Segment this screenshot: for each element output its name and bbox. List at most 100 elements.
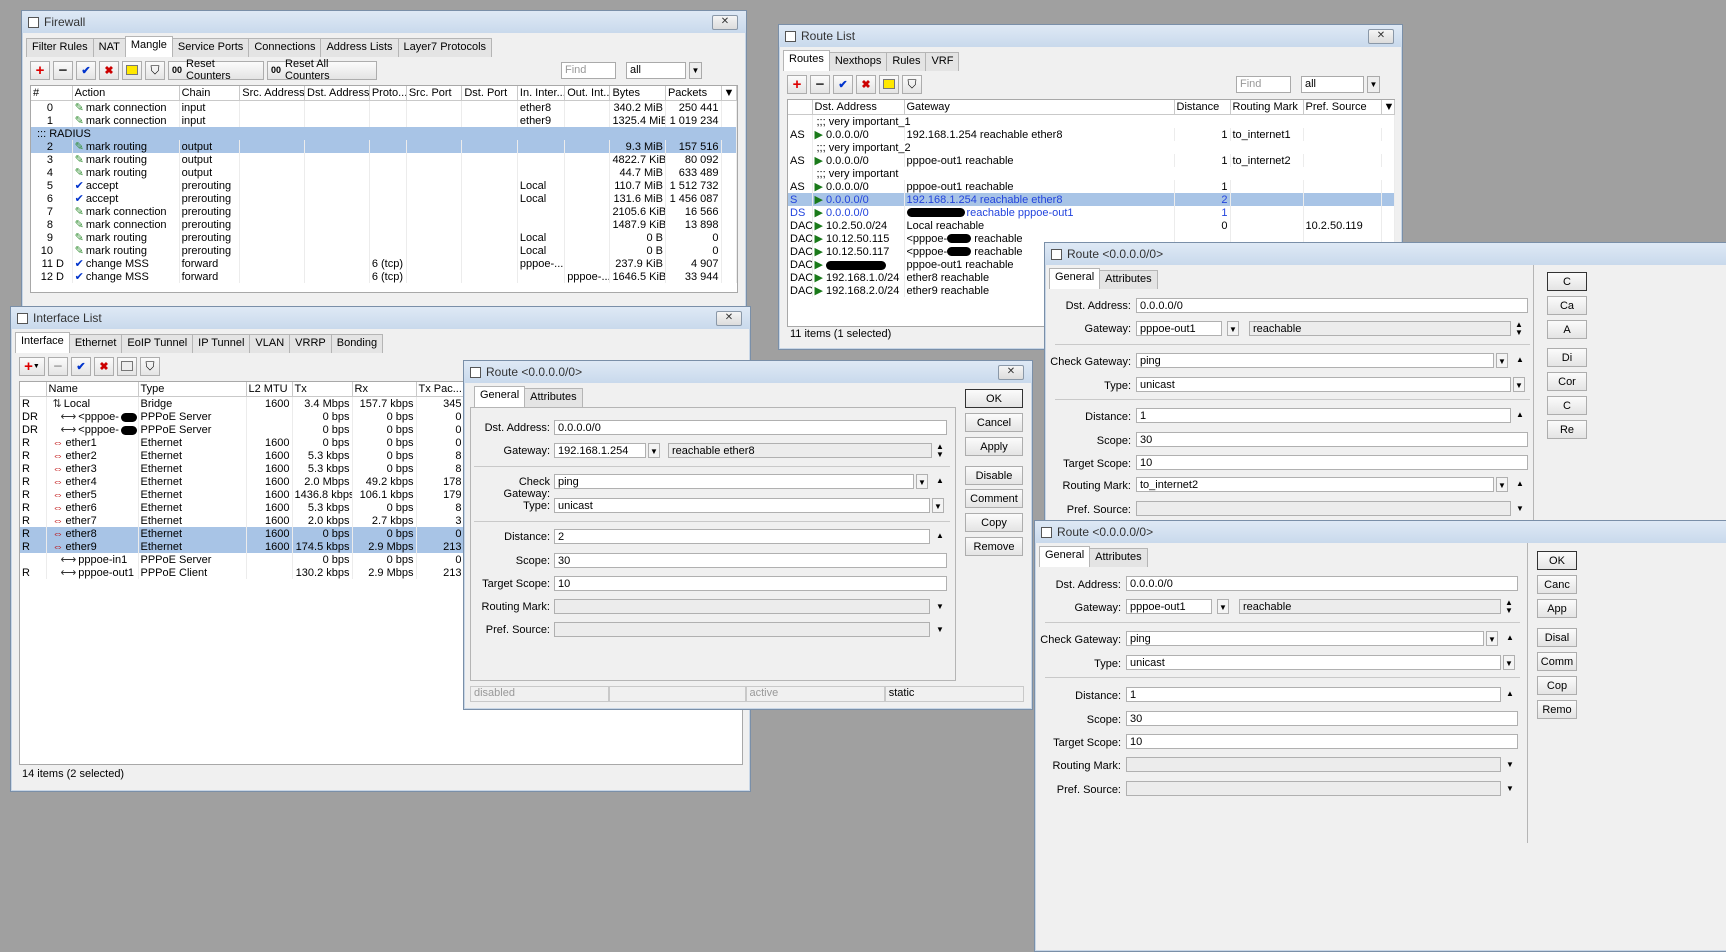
gateway-dropdown-icon[interactable]: ▼ (1217, 599, 1229, 614)
type-dropdown-icon[interactable]: ▼ (1513, 377, 1525, 392)
table-row[interactable]: 12 D ✔ change MSS forward 6 (tcp) pppoe-... 164… (31, 270, 737, 283)
table-row[interactable]: R ⇔ ether5 Ethernet 1600 1436.8 kbps 106.1 kbp… (20, 488, 465, 501)
tab-attributes[interactable]: Attributes (524, 388, 583, 407)
distance-field[interactable]: 1 (1126, 687, 1501, 702)
table-row[interactable]: R ⟷ pppoe-out1 PPPoE Client 130.2 kbps 2.9 Mb… (20, 566, 465, 579)
route-list-titlebar[interactable]: Route List ✕ (779, 25, 1402, 47)
table-row[interactable]: 7 ✎ mark connection prerouting 2105.6 KiB 16 … (31, 205, 737, 218)
tab-rules[interactable]: Rules (886, 52, 927, 71)
column-header[interactable]: Bytes (609, 86, 666, 101)
table-row[interactable]: ⟷ pppoe-in1 PPPoE Server 0 bps 0 bps 0 (20, 553, 465, 566)
group-comment-row[interactable]: ;;; very important (788, 167, 1395, 180)
table-row[interactable]: 9 ✎ mark routing prerouting Local 0 B0 (31, 231, 737, 244)
table-row[interactable]: 10 ✎ mark routing prerouting Local 0 B0 (31, 244, 737, 257)
tab-general[interactable]: General (474, 386, 526, 407)
column-header[interactable]: Chain (179, 86, 241, 101)
tab-general[interactable]: General (1039, 546, 1091, 567)
check-gateway-dropdown-icon[interactable]: ▼ (916, 474, 928, 489)
find-input[interactable]: Find (561, 61, 616, 79)
remove-button[interactable]: Re (1547, 420, 1587, 439)
firewall-window[interactable]: Firewall ✕ Filter Rules NAT Mangle Service … (21, 10, 747, 308)
table-row[interactable]: 2 ✎ mark routing output 9.3 MiB 157 516 (31, 140, 737, 153)
check-gateway-field[interactable]: ping (1136, 353, 1494, 368)
firewall-titlebar[interactable]: Firewall ✕ (22, 11, 746, 33)
check-gateway-field[interactable]: ping (554, 474, 914, 489)
dst-address-field[interactable]: 0.0.0.0/0 (1126, 576, 1518, 591)
disable-icon[interactable]: ✖ (856, 74, 876, 94)
column-header[interactable]: Distance (1174, 100, 1231, 115)
gateway-dropdown-icon[interactable]: ▼ (648, 443, 660, 458)
tab-vlan[interactable]: VLAN (249, 334, 291, 353)
target-scope-field[interactable]: 10 (554, 576, 947, 591)
column-header[interactable]: Out. Int... (564, 86, 611, 101)
apply-button[interactable]: Apply (965, 437, 1023, 456)
disable-button[interactable]: Disal (1537, 628, 1577, 647)
interface-list-titlebar[interactable]: Interface List ✕ (11, 307, 750, 329)
collapse-icon[interactable]: ▲ (936, 532, 944, 540)
collapse-icon[interactable]: ▲ (1516, 480, 1524, 488)
reset-counters-button[interactable]: 00 Reset Counters (168, 58, 264, 82)
group-comment-row[interactable]: ::: RADIUS (31, 127, 737, 140)
table-row[interactable]: S ▶ 0.0.0.0/0 192.168.1.254 reachable ether… (788, 193, 1395, 206)
apply-button[interactable]: App (1537, 599, 1577, 618)
routing-mark-field[interactable] (554, 599, 930, 614)
column-header[interactable]: L2 MTU (246, 382, 293, 397)
collapse-icon[interactable]: ▲ (1516, 411, 1524, 419)
table-row[interactable]: AS ▶ 0.0.0.0/0 pppoe-out1 reachable 1 to_inte… (788, 154, 1395, 167)
route-dialog-main[interactable]: Route <0.0.0.0/0> ✕ General Attributes D… (463, 360, 1033, 710)
close-icon[interactable]: ✕ (712, 14, 738, 30)
collapse-icon[interactable]: ▲ (936, 477, 944, 485)
ok-button[interactable]: C (1547, 272, 1587, 291)
tab-connections[interactable]: Connections (248, 38, 322, 57)
column-header[interactable]: Tx (292, 382, 353, 397)
column-header[interactable]: Dst. Port (461, 86, 518, 101)
tab-layer7-protocols[interactable]: Layer7 Protocols (397, 38, 493, 57)
expand-icon[interactable]: ▼ (936, 626, 944, 634)
table-row[interactable]: 0 ✎ mark connection input ether8 340.2 MiB 250… (31, 100, 737, 114)
table-row[interactable]: 8 ✎ mark connection prerouting 1487.9 KiB 13 … (31, 218, 737, 231)
column-header[interactable]: Type (138, 382, 247, 397)
distance-field[interactable]: 2 (554, 529, 930, 544)
enable-icon[interactable]: ✔ (76, 60, 96, 80)
routing-mark-field[interactable]: to_internet2 (1136, 477, 1494, 492)
close-icon[interactable]: ✕ (998, 364, 1024, 380)
reset-all-counters-button[interactable]: 00 Reset All Counters (267, 58, 377, 82)
remove-icon[interactable]: − (53, 60, 73, 80)
gateway-field[interactable]: pppoe-out1 (1136, 321, 1222, 336)
disable-button[interactable]: Disable (965, 466, 1023, 485)
column-header[interactable]: # (31, 86, 73, 101)
column-header[interactable]: Proto... (369, 86, 407, 101)
apply-button[interactable]: A (1547, 320, 1587, 339)
route-dialog-2[interactable]: Route <0.0.0.0/0> General Attributes Dst… (1044, 242, 1726, 534)
table-row[interactable]: DAC ▶ 10.2.50.0/24 Local reachable 0 10.2.50.… (788, 219, 1395, 232)
updown-icon[interactable]: ▲ ▼ (1505, 599, 1513, 615)
tab-attributes[interactable]: Attributes (1089, 548, 1148, 567)
scope-field[interactable]: 30 (1126, 711, 1518, 726)
add-icon[interactable]: + (787, 74, 807, 94)
disable-button[interactable]: Di (1547, 348, 1587, 367)
remove-icon[interactable]: − (48, 356, 68, 376)
updown-icon[interactable]: ▲ ▼ (936, 443, 944, 459)
comment-button[interactable]: Comm (1537, 652, 1577, 671)
check-gateway-dropdown-icon[interactable]: ▼ (1486, 631, 1498, 646)
enable-icon[interactable]: ✔ (71, 356, 91, 376)
chevron-down-icon[interactable]: ▼ (1367, 75, 1380, 93)
tab-ethernet[interactable]: Ethernet (68, 334, 123, 353)
table-row[interactable]: AS ▶ 0.0.0.0/0 192.168.1.254 reachable ethe… (788, 128, 1395, 141)
pref-source-field[interactable] (554, 622, 930, 637)
comment-button[interactable]: Comment (965, 489, 1023, 508)
comment-icon[interactable] (122, 60, 142, 80)
routing-mark-field[interactable] (1126, 757, 1501, 772)
column-header[interactable] (20, 382, 47, 397)
table-row[interactable]: R ⇅ Local Bridge 1600 3.4 Mbps 157.7 kbps 345 (20, 396, 465, 410)
collapse-icon[interactable]: ▲ (1516, 356, 1524, 364)
columns-menu-icon[interactable]: ▼ (721, 86, 737, 101)
dst-address-field[interactable]: 0.0.0.0/0 (554, 420, 947, 435)
tab-general[interactable]: General (1049, 268, 1101, 289)
column-header[interactable]: Tx Pac... (416, 382, 465, 397)
routing-mark-dropdown-icon[interactable]: ▼ (1496, 477, 1508, 492)
disable-icon[interactable]: ✖ (99, 60, 119, 80)
table-row[interactable]: 4 ✎ mark routing output 44.7 MiB 633 489 (31, 166, 737, 179)
copy-button[interactable]: C (1547, 396, 1587, 415)
updown-icon[interactable]: ▲ ▼ (1515, 321, 1523, 337)
